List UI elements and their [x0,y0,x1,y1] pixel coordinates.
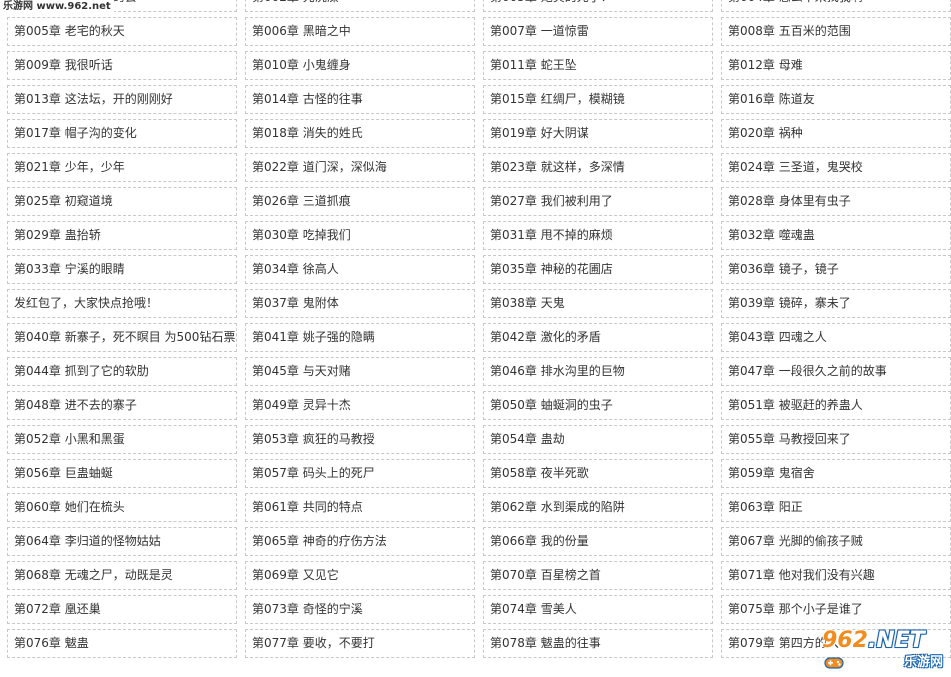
chapter-link[interactable]: 第059章 鬼宿舍 [721,459,951,488]
chapter-link[interactable]: 第047章 一段很久之前的故事 [721,357,951,386]
chapter-link[interactable]: 第027章 我们被利用了 [483,187,713,216]
chapter-link[interactable]: 第061章 共同的特点 [245,493,475,522]
chapter-link[interactable]: 第012章 母难 [721,51,951,80]
chapter-link[interactable]: 第045章 与天对赌 [245,357,475,386]
chapter-link[interactable]: 第028章 身体里有虫子 [721,187,951,216]
chapter-link[interactable]: 第016章 陈道友 [721,85,951,114]
chapter-link[interactable]: 第024章 三圣道，鬼哭校 [721,153,951,182]
chapter-link[interactable]: 第040章 新寨子，死不瞑目 为500钻石票 [7,323,237,352]
chapter-link[interactable]: 第029章 蛊抬轿 [7,221,237,250]
chapter-link[interactable]: 第069章 又见它 [245,561,475,590]
chapter-link[interactable]: 第060章 她们在梳头 [7,493,237,522]
site-logo: 962.NET 乐游网 [822,628,949,676]
chapter-link[interactable]: 第054章 蛊劫 [483,425,713,454]
chapter-link[interactable]: 第015章 红绸尸，模糊镜 [483,85,713,114]
chapter-link[interactable]: 第010章 小鬼缠身 [245,51,475,80]
chapter-link[interactable]: 第030章 吃掉我们 [245,221,475,250]
chapter-link[interactable]: 第077章 要收，不要打 [245,629,475,658]
chapter-link[interactable]: 第018章 消失的姓氏 [245,119,475,148]
chapter-link[interactable]: 第013章 这法坛，开的刚刚好 [7,85,237,114]
chapter-link[interactable]: 第037章 鬼附体 [245,289,475,318]
chapter-link[interactable]: 第046章 排水沟里的巨物 [483,357,713,386]
logo-brand-suffix: .NET [867,628,925,653]
chapter-grid: 第001章 被诡异的约会第002章 先洗澡第003章 她真的死了？第004章 怎… [0,0,951,677]
chapter-link[interactable]: 第050章 蚰蜒洞的虫子 [483,391,713,420]
chapter-link[interactable]: 第062章 水到渠成的陷阱 [483,493,713,522]
chapter-link[interactable]: 第004章 怎么不来找我啊 [721,0,951,12]
chapter-link[interactable]: 第057章 码头上的死尸 [245,459,475,488]
chapter-link[interactable]: 第068章 无魂之尸，动既是灵 [7,561,237,590]
chapter-link[interactable]: 第022章 道门深，深似海 [245,153,475,182]
chapter-link[interactable]: 第020章 祸种 [721,119,951,148]
chapter-link[interactable]: 第014章 古怪的往事 [245,85,475,114]
chapter-link[interactable]: 第076章 魃蛊 [7,629,237,658]
chapter-link[interactable]: 第064章 李归道的怪物姑姑 [7,527,237,556]
chapter-link[interactable]: 第063章 阳正 [721,493,951,522]
chapter-link[interactable]: 第078章 魃蛊的往事 [483,629,713,658]
chapter-link[interactable]: 第055章 马教授回来了 [721,425,951,454]
chapter-link[interactable]: 第038章 天鬼 [483,289,713,318]
chapter-link[interactable]: 第049章 灵异十杰 [245,391,475,420]
chapter-link[interactable]: 第043章 四魂之人 [721,323,951,352]
chapter-link[interactable]: 第023章 就这样，多深情 [483,153,713,182]
chapter-link[interactable]: 第041章 姚子强的隐瞒 [245,323,475,352]
chapter-link[interactable]: 第008章 五百米的范围 [721,17,951,46]
chapter-link[interactable]: 第065章 神奇的疗伤方法 [245,527,475,556]
chapter-link[interactable]: 第002章 先洗澡 [245,0,475,12]
chapter-link[interactable]: 第052章 小黑和黑蛋 [7,425,237,454]
chapter-link[interactable]: 第009章 我很听话 [7,51,237,80]
chapter-link[interactable]: 第056章 巨蛊蚰蜒 [7,459,237,488]
chapter-link[interactable]: 第034章 徐高人 [245,255,475,284]
chapter-link[interactable]: 第072章 凰还巢 [7,595,237,624]
chapter-link[interactable]: 第031章 甩不掉的麻烦 [483,221,713,250]
chapter-link[interactable]: 第007章 一道惊雷 [483,17,713,46]
chapter-link[interactable]: 第035章 神秘的花圃店 [483,255,713,284]
chapter-link[interactable]: 发红包了，大家快点抢哦！ [7,289,237,318]
chapter-link[interactable]: 第074章 雪美人 [483,595,713,624]
chapter-link[interactable]: 第053章 疯狂的马教授 [245,425,475,454]
chapter-link[interactable]: 第032章 噬魂蛊 [721,221,951,250]
site-watermark: 乐游网 www.962.net [0,0,114,14]
logo-brand: 962.NET [822,628,925,654]
chapter-link[interactable]: 第025章 初窥道境 [7,187,237,216]
chapter-link[interactable]: 第026章 三道抓痕 [245,187,475,216]
chapter-link[interactable]: 第019章 好大阴谋 [483,119,713,148]
chapter-link[interactable]: 第073章 奇怪的宁溪 [245,595,475,624]
chapter-link[interactable]: 第039章 镜碎，寨未了 [721,289,951,318]
chapter-link[interactable]: 第042章 激化的矛盾 [483,323,713,352]
chapter-link[interactable]: 第036章 镜子，镜子 [721,255,951,284]
chapter-link[interactable]: 第005章 老宅的秋天 [7,17,237,46]
chapter-link[interactable]: 第051章 被驱赶的养蛊人 [721,391,951,420]
chapter-link[interactable]: 第006章 黑暗之中 [245,17,475,46]
chapter-link[interactable]: 第048章 进不去的寨子 [7,391,237,420]
chapter-link[interactable]: 第058章 夜半死歌 [483,459,713,488]
chapter-link[interactable]: 第021章 少年，少年 [7,153,237,182]
chapter-link[interactable]: 第044章 抓到了它的软肋 [7,357,237,386]
chapter-link[interactable]: 第066章 我的份量 [483,527,713,556]
chapter-link[interactable]: 第067章 光脚的偷孩子贼 [721,527,951,556]
chapter-link[interactable]: 第011章 蛇王坠 [483,51,713,80]
chapter-link[interactable]: 第033章 宁溪的眼睛 [7,255,237,284]
chapter-link[interactable]: 第071章 他对我们没有兴趣 [721,561,951,590]
gamepad-icon [824,657,844,669]
logo-brand-main: 962 [822,628,868,653]
chapter-link[interactable]: 第017章 帽子沟的变化 [7,119,237,148]
logo-brand-sub: 乐游网 [903,655,943,670]
chapter-link[interactable]: 第070章 百星榜之首 [483,561,713,590]
chapter-link[interactable]: 第003章 她真的死了？ [483,0,713,12]
chapter-link[interactable]: 第075章 那个小子是谁了 [721,595,951,624]
